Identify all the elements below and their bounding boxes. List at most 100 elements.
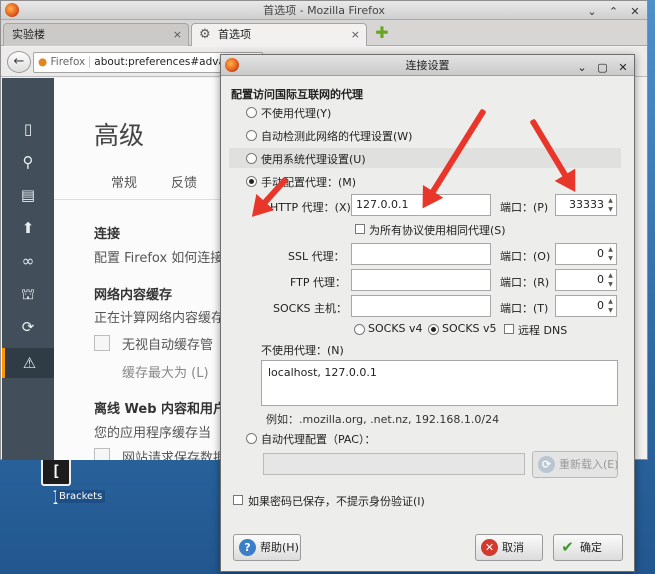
tab-close-icon[interactable]: × <box>351 24 360 46</box>
auto-detect-radio[interactable] <box>246 130 257 141</box>
dialog-titlebar: 连接设置 ⌄ ▢ ✕ <box>221 55 634 76</box>
tab-shiyanlou[interactable]: 实验楼 × <box>3 23 189 46</box>
dialog-title: 连接设置 <box>405 59 450 72</box>
privacy-mask-icon[interactable]: ∞ <box>2 246 54 276</box>
no-proxy-for-label: 不使用代理：(N) <box>261 344 344 357</box>
cache-override-label: 无视自动缓存管 <box>122 338 214 353</box>
socks-port-label: 端口：(T) <box>500 302 549 315</box>
ssl-port-value: 0 <box>597 247 604 260</box>
firefox-identity-icon: ● <box>38 56 48 68</box>
minimize-icon[interactable]: ⌄ <box>584 4 600 20</box>
cache-heading: 网络内容缓存 <box>94 288 173 303</box>
auto-config-radio[interactable] <box>246 433 257 444</box>
back-arrow-icon[interactable]: ← <box>7 51 31 73</box>
prefs-sidebar: ▯ ⚲ ▤ ⬆ ∞ ⛫ ⟳ ⚠ <box>2 78 54 460</box>
socks-v4-label: SOCKS v4 <box>368 322 423 335</box>
brackets-icon: [ ] <box>41 456 71 506</box>
http-port-value: 33333 <box>569 198 604 211</box>
brackets-desktop-icon[interactable]: [ ] Brackets <box>28 456 106 506</box>
search-icon[interactable]: ⚲ <box>2 147 54 177</box>
maximize-icon[interactable]: ⌃ <box>606 4 622 20</box>
connection-settings-dialog: 连接设置 ⌄ ▢ ✕ 配置访问国际互联网的代理 不使用代理(Y) 自动检测此网络… <box>220 54 635 572</box>
ssl-port-spinner[interactable]: 0 ▲ ▼ <box>555 243 617 265</box>
firefox-icon <box>5 3 19 17</box>
ok-label: 确定 <box>580 541 602 554</box>
sync-icon[interactable]: ⟳ <box>2 312 54 342</box>
ok-button[interactable]: ✔ 确定 <box>553 534 623 561</box>
help-label: 帮助(H) <box>260 541 299 554</box>
help-button[interactable]: ? 帮助(H) <box>233 534 301 561</box>
help-icon: ? <box>239 539 256 556</box>
no-proxy-example: 例如：.mozilla.org, .net.nz, 192.168.1.0/24 <box>266 413 500 426</box>
ftp-port-spinner[interactable]: 0 ▲ ▼ <box>555 269 617 291</box>
identity-box[interactable]: ● Firefox <box>38 56 91 68</box>
remote-dns-checkbox[interactable] <box>504 324 514 334</box>
connection-heading: 连接 <box>94 227 121 242</box>
http-proxy-label: HTTP 代理：(X) <box>270 201 351 214</box>
socks-v5-radio[interactable] <box>428 324 439 335</box>
page-title: 高级 <box>94 121 145 150</box>
socks-port-spinner[interactable]: 0 ▲ ▼ <box>555 295 617 317</box>
tab-feedback[interactable]: 反馈 <box>171 172 197 191</box>
ftp-port-label: 端口：(R) <box>500 276 550 289</box>
proxy-group-label: 配置访问国际互联网的代理 <box>231 88 363 101</box>
dialog-close-icon[interactable]: ✕ <box>615 60 631 76</box>
no-proxy-label: 不使用代理(Y) <box>261 107 332 120</box>
tab-close-icon[interactable]: × <box>173 24 182 46</box>
tab-general[interactable]: 常规 <box>111 172 137 191</box>
socks-host-label: SOCKS 主机： <box>273 302 348 315</box>
offline-warn-label: 网站请求保存数据 <box>122 451 227 460</box>
applications-icon[interactable]: ⬆ <box>2 213 54 243</box>
auto-config-label: 自动代理配置（PAC）： <box>261 433 376 446</box>
cache-override-checkbox[interactable] <box>94 335 110 351</box>
socks-port-value: 0 <box>597 299 604 312</box>
socks-host-input[interactable] <box>351 295 491 317</box>
dialog-minimize-icon[interactable]: ⌄ <box>574 60 590 76</box>
ssl-proxy-label: SSL 代理： <box>288 250 345 263</box>
http-port-label: 端口：(P) <box>500 201 549 214</box>
dialog-restore-icon[interactable]: ▢ <box>595 60 611 76</box>
manual-proxy-radio[interactable] <box>246 176 257 187</box>
ssl-proxy-input[interactable] <box>351 243 491 265</box>
new-tab-plus-icon[interactable]: ✚ <box>373 24 391 42</box>
reload-label: 重新载入(E) <box>559 458 619 471</box>
no-proxy-radio[interactable] <box>246 107 257 118</box>
system-proxy-radio[interactable] <box>246 153 257 164</box>
connection-description: 配置 Firefox 如何连接 <box>94 251 224 266</box>
spin-arrows-icon[interactable]: ▲ ▼ <box>606 297 615 315</box>
auto-detect-label: 自动检测此网络的代理设置(W) <box>261 130 413 143</box>
same-proxy-label: 为所有协议使用相同代理(S) <box>369 224 506 237</box>
spin-arrows-icon[interactable]: ▲ ▼ <box>606 271 615 289</box>
same-proxy-checkbox[interactable] <box>355 224 365 234</box>
cache-limit-label: 缓存最大为 (L) <box>122 366 209 381</box>
offline-warn-checkbox[interactable] <box>94 448 110 460</box>
tab-label: 实验楼 <box>12 28 45 41</box>
cancel-icon: ✕ <box>481 539 498 556</box>
gear-icon: ⚙ <box>199 27 211 42</box>
remote-dns-label: 远程 DNS <box>518 324 568 337</box>
close-icon[interactable]: ✕ <box>627 4 643 20</box>
window-title: 首选项 - Mozilla Firefox <box>263 4 385 17</box>
ftp-port-value: 0 <box>597 273 604 286</box>
no-proxy-for-textarea[interactable]: localhost, 127.0.0.1 <box>261 360 618 406</box>
firefox-icon <box>225 58 239 72</box>
spin-arrows-icon[interactable]: ▲ ▼ <box>606 245 615 263</box>
cache-description: 正在计算网络内容缓存 <box>94 311 225 326</box>
cancel-button[interactable]: ✕ 取消 <box>475 534 543 561</box>
tab-label: 首选项 <box>218 28 251 41</box>
advanced-icon[interactable]: ⚠ <box>2 348 54 378</box>
auto-config-url-input[interactable] <box>263 453 525 475</box>
identity-label: Firefox <box>50 56 86 68</box>
no-prompt-auth-checkbox[interactable] <box>233 495 243 505</box>
spin-arrows-icon[interactable]: ▲ ▼ <box>606 196 615 214</box>
reload-button[interactable]: ⟳ 重新载入(E) <box>532 451 619 478</box>
content-icon[interactable]: ▤ <box>2 180 54 210</box>
general-icon[interactable]: ▯ <box>2 114 54 144</box>
tab-preferences[interactable]: ⚙ 首选项 × <box>191 23 367 46</box>
security-icon[interactable]: ⛫ <box>2 279 54 309</box>
checkmark-icon: ✔ <box>561 538 574 556</box>
brackets-label: Brackets <box>56 490 106 503</box>
ftp-proxy-input[interactable] <box>351 269 491 291</box>
socks-v5-label: SOCKS v5 <box>442 322 497 335</box>
socks-v4-radio[interactable] <box>354 324 365 335</box>
